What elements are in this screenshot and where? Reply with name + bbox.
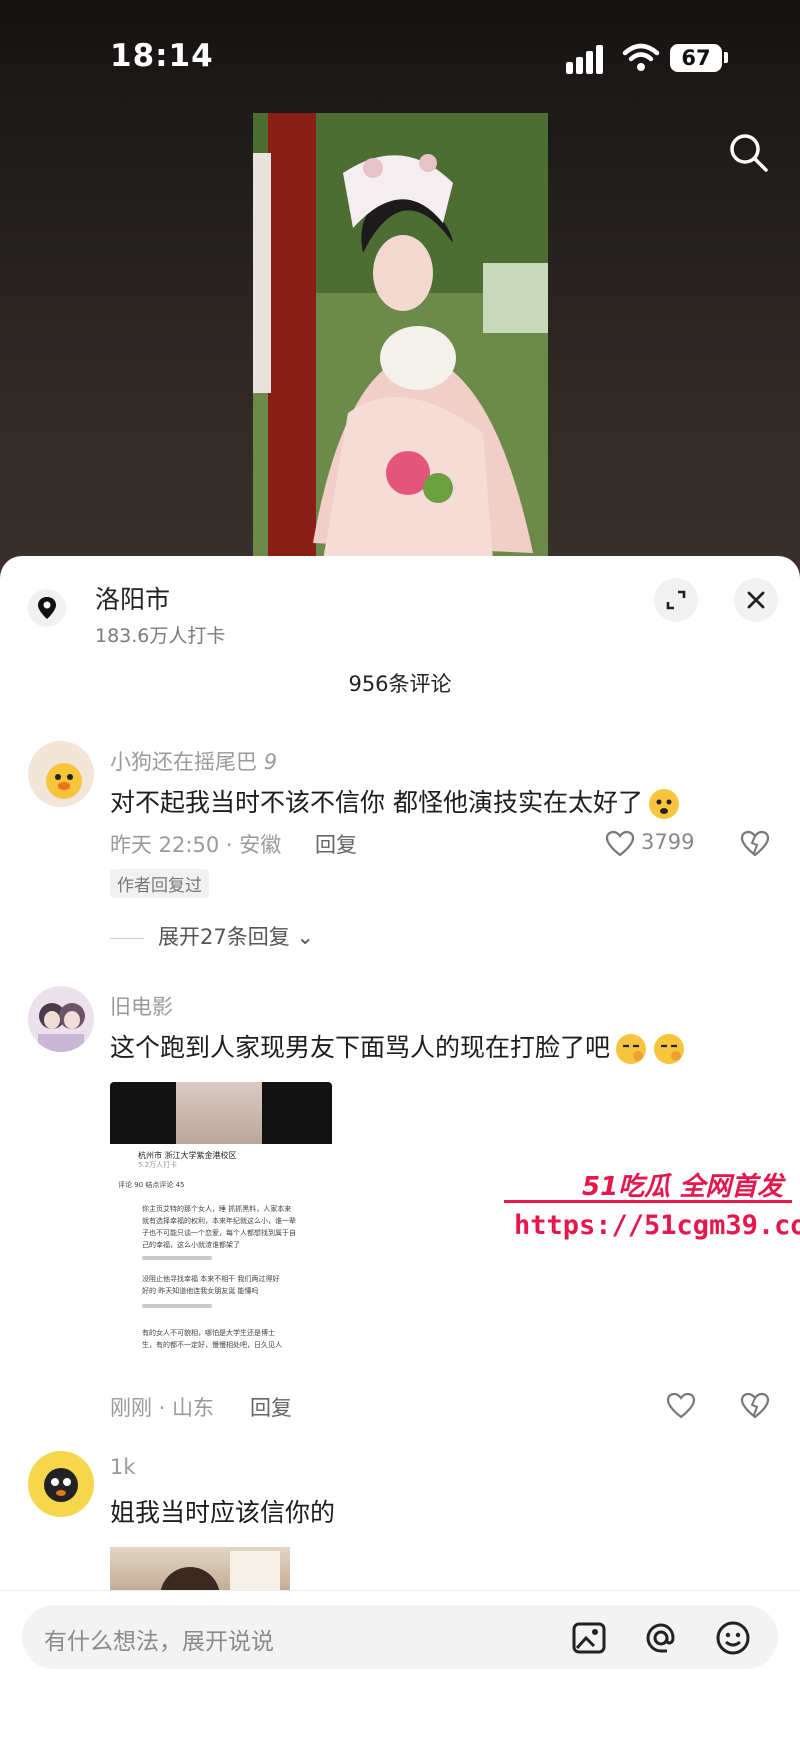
comment-username[interactable]: 小狗还在摇尾巴 9 bbox=[110, 746, 277, 776]
status-time: 18:14 bbox=[110, 38, 214, 74]
close-icon bbox=[747, 591, 765, 609]
comment-text: 对不起我当时不该不信你 都怪他演技实在太好了 bbox=[110, 783, 681, 821]
embedded-line: 生，有的都不一定好，慢慢相处吧，日久见人 bbox=[142, 1341, 282, 1349]
location-pin-icon bbox=[28, 589, 66, 627]
comment-sheet: 洛阳市 183.6万人打卡 956条评论 小狗还在摇尾巴 9 对不起我当时不该不… bbox=[0, 556, 800, 1739]
embedded-line: 没阻止他寻找幸福 本来不相干 我们两过得好 bbox=[142, 1275, 280, 1283]
screenshot-content: 杭州市 浙江大学紫金港校区 5.2万人打卡 评论 90 结点评论 45 你主页艾… bbox=[110, 1144, 332, 1372]
watermark-bar bbox=[504, 1200, 792, 1203]
like-count: 3799 bbox=[641, 830, 695, 854]
embedded-line: 就有选择幸福的权利，本来年纪就这么小，谁一辈 bbox=[142, 1217, 296, 1225]
dislike-icon[interactable] bbox=[740, 1391, 770, 1421]
smirk-emoji-icon bbox=[654, 1034, 685, 1064]
embedded-line: 你主页艾特的那个女人，睡 抓抓黑料，人家本来 bbox=[142, 1205, 292, 1213]
expand-replies-button[interactable]: 展开27条回复 ⌄ bbox=[110, 921, 314, 951]
reply-button[interactable]: 回复 bbox=[250, 1392, 292, 1422]
comment-username[interactable]: 旧电影 bbox=[110, 991, 173, 1021]
comment-username[interactable]: 1k bbox=[110, 1455, 136, 1479]
comment-time-place: 刚刚 · 山东 bbox=[110, 1396, 215, 1420]
watermark-url: https://51cgm39.com bbox=[514, 1210, 800, 1241]
watermark-brand: 51吃瓜 全网首发 bbox=[582, 1172, 784, 1202]
status-bar: 18:14 67 bbox=[0, 0, 800, 110]
comment-text: 姐我当时应该信你的 bbox=[110, 1498, 336, 1527]
comment-input-bar: 有什么想法，展开说说 bbox=[0, 1590, 800, 1740]
divider bbox=[142, 1304, 212, 1308]
location-checkins: 183.6万人打卡 bbox=[95, 625, 226, 647]
embedded-line: 有的女人不可貌相，哪怕是大学生还是博士 bbox=[142, 1329, 275, 1337]
emoji-icon[interactable] bbox=[714, 1619, 752, 1657]
comment-input-placeholder: 有什么想法，展开说说 bbox=[44, 1629, 274, 1655]
mention-icon[interactable] bbox=[642, 1619, 680, 1657]
like-icon[interactable] bbox=[605, 829, 635, 859]
divider bbox=[110, 937, 144, 939]
author-replied-tag: 作者回复过 bbox=[110, 869, 209, 898]
search-icon[interactable] bbox=[726, 130, 770, 174]
image-portrait bbox=[176, 1082, 262, 1144]
avatar[interactable] bbox=[28, 1451, 94, 1517]
embedded-sub: 5.2万人打卡 bbox=[138, 1161, 178, 1169]
video-frame-image[interactable] bbox=[253, 113, 548, 560]
comments-count-title: 956条评论 bbox=[348, 672, 452, 696]
signal-icon bbox=[566, 44, 608, 74]
comment-image[interactable]: 杭州市 浙江大学紫金港校区 5.2万人打卡 评论 90 结点评论 45 你主页艾… bbox=[110, 1082, 332, 1372]
image-icon[interactable] bbox=[570, 1619, 608, 1657]
smirk-emoji-icon bbox=[616, 1034, 647, 1064]
location-name[interactable]: 洛阳市 bbox=[95, 580, 170, 616]
embedded-line: 己的幸福，这么小就渣谁都架了 bbox=[142, 1241, 240, 1249]
scared-emoji-icon bbox=[648, 789, 679, 819]
comment-text: 这个跑到人家现男友下面骂人的现在打脸了吧 bbox=[110, 1028, 686, 1066]
reply-button[interactable]: 回复 bbox=[315, 829, 357, 859]
comment-input[interactable]: 有什么想法，展开说说 bbox=[22, 1605, 778, 1669]
close-button[interactable] bbox=[734, 578, 778, 622]
embedded-line: 子也不可能只谈一个恋爱，每个人都想找到属于自 bbox=[142, 1229, 296, 1237]
wifi-icon bbox=[622, 43, 660, 71]
comment-time-place: 昨天 22:50 · 安徽 bbox=[110, 833, 282, 857]
embedded-line: 好的 昨天知道他连我女朋友诞 能懂吗 bbox=[142, 1287, 259, 1295]
avatar[interactable] bbox=[28, 986, 94, 1052]
dislike-icon[interactable] bbox=[740, 829, 770, 859]
battery-cap bbox=[724, 52, 728, 63]
expand-sheet-button[interactable] bbox=[654, 578, 698, 622]
chevron-down-icon: ⌄ bbox=[296, 925, 315, 949]
like-icon[interactable] bbox=[666, 1391, 696, 1421]
divider bbox=[142, 1256, 212, 1260]
battery-icon: 67 bbox=[670, 44, 722, 72]
embedded-tabs: 评论 90 结点评论 45 bbox=[118, 1181, 185, 1189]
avatar[interactable] bbox=[28, 741, 94, 807]
expand-icon bbox=[666, 590, 686, 610]
